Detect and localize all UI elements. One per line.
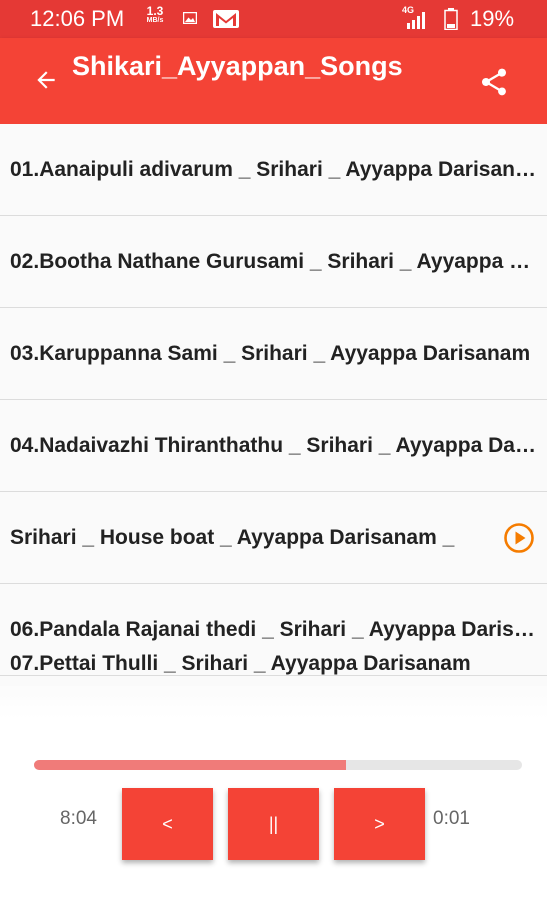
progress-fill xyxy=(34,760,347,770)
arrow-back-icon xyxy=(37,71,55,89)
network-speed-unit: MB/s xyxy=(146,17,164,24)
song-title: 02.Bootha Nathane Gurusami _ Srihari _ A… xyxy=(10,250,537,273)
gmail-icon xyxy=(213,10,239,28)
network-speed-value: 1.3 xyxy=(146,4,164,18)
image-icon xyxy=(183,12,197,24)
network-type: 4G xyxy=(402,5,414,15)
song-title: 04.Nadaivazhi Thiranthathu _ Srihari _ A… xyxy=(10,434,537,457)
song-item[interactable]: 03.Karuppanna Sami _ Srihari _ Ayyappa D… xyxy=(0,308,547,400)
song-item-playing[interactable]: _ Srihari _ House boat _ Ayyappa Darisan… xyxy=(0,492,547,584)
next-button[interactable]: > xyxy=(334,788,425,860)
signal-icon: 4G xyxy=(402,5,425,29)
song-title: 03.Karuppanna Sami _ Srihari _ Ayyappa D… xyxy=(10,342,531,365)
battery-level: 19% xyxy=(470,6,515,31)
list-fade xyxy=(0,686,547,720)
pause-button[interactable]: || xyxy=(228,788,319,860)
page-title: Shikari_Ayyappan_Songs xyxy=(72,51,403,81)
share-icon xyxy=(482,68,506,96)
previous-button[interactable]: < xyxy=(122,788,213,860)
remaining-time: 0:01 xyxy=(433,808,470,829)
back-button[interactable] xyxy=(26,60,66,100)
song-title: 01.Aanaipuli adivarum _ Srihari _ Ayyapp… xyxy=(10,158,537,181)
battery-icon xyxy=(444,8,458,30)
player-panel: 8:04 < || > 0:01 xyxy=(0,720,547,900)
song-list[interactable]: 01.Aanaipuli adivarum _ Srihari _ Ayyapp… xyxy=(0,124,547,720)
app-bar: Shikari_Ayyappan_Songs xyxy=(0,38,547,124)
song-title: _ Srihari _ House boat _ Ayyappa Darisan… xyxy=(10,526,455,549)
status-time: 12:06 PM xyxy=(30,6,125,31)
progress-bar[interactable] xyxy=(34,760,522,770)
share-button[interactable] xyxy=(472,60,516,104)
song-item[interactable]: 01.Aanaipuli adivarum _ Srihari _ Ayyapp… xyxy=(0,124,547,216)
song-item[interactable]: 04.Nadaivazhi Thiranthathu _ Srihari _ A… xyxy=(0,400,547,492)
elapsed-time: 8:04 xyxy=(60,808,97,829)
play-circle-icon[interactable] xyxy=(503,522,535,554)
status-bar: 12:06 PM 1.3 MB/s 4G 19% xyxy=(0,0,547,38)
song-item[interactable]: 02.Bootha Nathane Gurusami _ Srihari _ A… xyxy=(0,216,547,308)
network-speed: 1.3 MB/s xyxy=(142,4,168,25)
